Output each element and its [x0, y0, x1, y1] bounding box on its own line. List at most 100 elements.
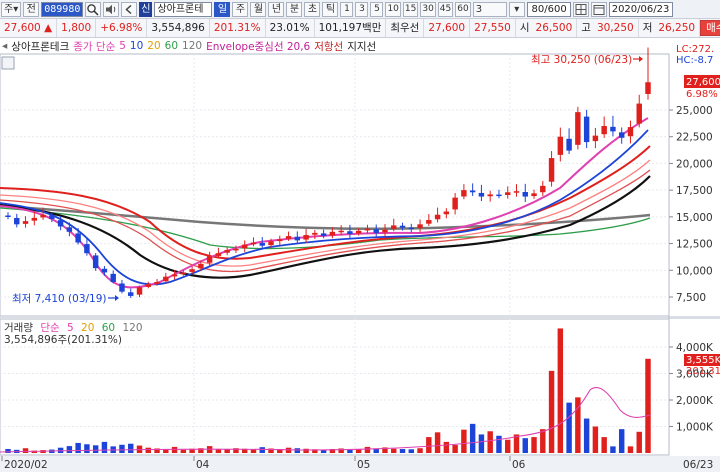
- volume-bar-down: [66, 446, 73, 453]
- time-tick-label: 06: [512, 459, 526, 471]
- price-tick-label: 7,500: [676, 292, 706, 304]
- price-tick-label: 15,000: [676, 212, 713, 224]
- volume-bar-down: [566, 402, 572, 453]
- price-panel-frame: [0, 53, 670, 317]
- volume-label[interactable]: 거래량: [4, 322, 33, 334]
- candle-up: [40, 214, 46, 218]
- candle-up: [531, 193, 537, 197]
- candle-down: [566, 138, 572, 151]
- price-tick-label: 25,000: [676, 105, 713, 117]
- volume-bar-up: [627, 446, 634, 453]
- volume-bar-down: [496, 435, 502, 453]
- volume-bar-up: [487, 431, 493, 453]
- volume-bar-up: [540, 429, 546, 453]
- price-tick-label: 22,500: [676, 132, 713, 144]
- panel-divider[interactable]: [0, 316, 720, 319]
- candle-up: [215, 253, 222, 256]
- volume-bar-down: [92, 445, 99, 453]
- candle-up: [627, 127, 634, 137]
- volume-ma60[interactable]: 60: [102, 322, 115, 334]
- candle-up: [557, 136, 564, 155]
- candle-down: [469, 190, 476, 193]
- volume-bar-down: [583, 418, 590, 453]
- candle-up: [513, 191, 520, 193]
- candle-down: [75, 233, 81, 243]
- price-tick-label: 20,000: [676, 158, 713, 170]
- candle-down: [110, 273, 116, 283]
- candle-up: [461, 190, 467, 197]
- candle-up: [277, 239, 283, 242]
- candle-up: [198, 263, 204, 269]
- candle-down: [408, 227, 415, 230]
- volume-bar-up: [180, 449, 187, 453]
- candle-down: [373, 229, 379, 233]
- candle-down: [259, 242, 265, 246]
- volume-bar-up: [364, 446, 371, 453]
- volume-bar-up: [426, 437, 432, 453]
- volume-bar-up: [250, 449, 257, 453]
- last-volume-value: 3,555K: [686, 355, 720, 366]
- candle-down: [496, 194, 502, 197]
- hc-label: HC:-8.7: [676, 55, 713, 66]
- high-annotation: 최고 30,250 (06/23): [531, 54, 632, 66]
- candle-up: [382, 229, 388, 233]
- volume-ma-label[interactable]: 단순: [40, 322, 60, 334]
- volume-ma20[interactable]: 20: [81, 322, 94, 334]
- volume-bar-down: [478, 434, 485, 453]
- volume-bar-up: [303, 448, 309, 453]
- candle-down: [92, 255, 99, 269]
- candle-up: [601, 126, 607, 135]
- candle-up: [548, 158, 555, 182]
- stock-chart[interactable]: 7,500 10,000 12,500 15,000 17,500 20,000 22,50…: [0, 0, 720, 472]
- volume-tick-label: 1,000K: [676, 422, 714, 434]
- candle-up: [636, 103, 642, 124]
- time-tick-label: 04: [196, 459, 210, 471]
- candle-up: [417, 224, 423, 228]
- candle-down: [320, 233, 327, 237]
- last-price-pct: 6.98%: [686, 89, 718, 100]
- candle-up: [180, 272, 187, 275]
- candle-down: [347, 231, 353, 234]
- candle-up: [487, 194, 493, 197]
- last-price-value: 27,600: [686, 77, 720, 88]
- candle-down: [49, 215, 55, 219]
- candle-down: [84, 244, 90, 254]
- time-tick-label: 05: [357, 459, 370, 471]
- candle-up: [136, 287, 143, 295]
- volume-ma120[interactable]: 120: [122, 322, 142, 334]
- candle-up: [452, 197, 458, 210]
- volume-bar-up: [145, 447, 151, 453]
- volume-bar-down: [128, 443, 134, 453]
- volume-bar-down: [101, 441, 108, 453]
- price-tick-label: 10,000: [676, 265, 713, 277]
- candle-up: [592, 135, 599, 142]
- candle-up: [31, 217, 38, 221]
- candle-up: [241, 244, 248, 249]
- candle-down: [14, 217, 20, 225]
- candle-up: [268, 241, 274, 246]
- candle-up: [434, 214, 441, 220]
- volume-bar-down: [610, 446, 616, 453]
- volume-bar-down: [469, 423, 476, 453]
- volume-bar-up: [391, 448, 397, 453]
- volume-ma5[interactable]: 5: [67, 322, 74, 334]
- price-tick-label: 17,500: [676, 185, 713, 197]
- panel-toggle-icon[interactable]: [1, 56, 15, 70]
- candle-down: [66, 227, 73, 232]
- candle-down: [522, 192, 528, 197]
- candle-up: [329, 231, 336, 236]
- candle-up: [145, 284, 151, 287]
- candle-down: [5, 215, 11, 217]
- candle-up: [163, 276, 169, 282]
- candle-up: [338, 230, 344, 233]
- volume-bar-down: [399, 449, 406, 453]
- candle-down: [478, 192, 485, 197]
- candle-down: [128, 292, 134, 296]
- candle-up: [364, 228, 371, 231]
- volume-bar-down: [618, 429, 625, 453]
- candle-up: [233, 248, 239, 251]
- candle-up: [303, 235, 309, 240]
- volume-bar-up: [452, 445, 458, 453]
- candle-up: [224, 249, 230, 253]
- time-tick-label: 2020/02: [4, 459, 48, 471]
